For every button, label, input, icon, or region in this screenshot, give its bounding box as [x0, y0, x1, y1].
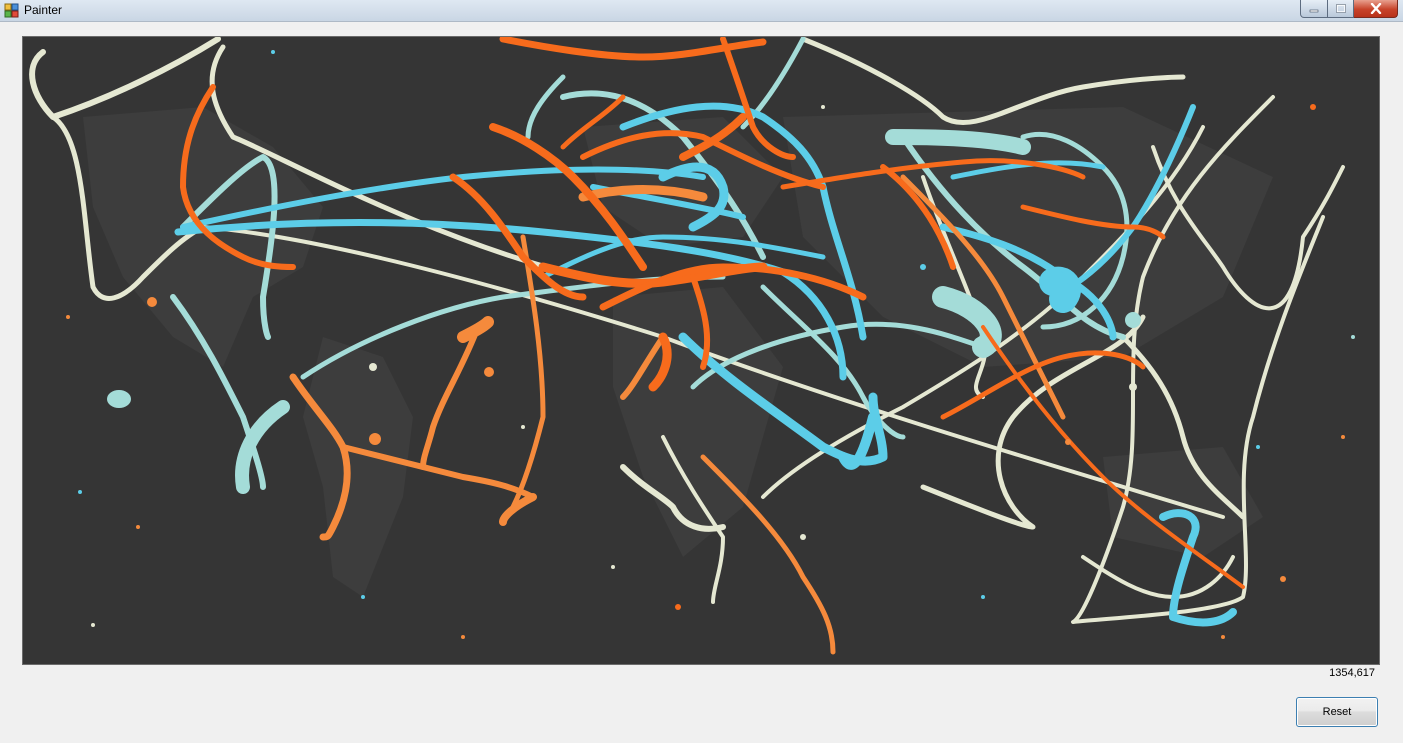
- close-icon: [1370, 3, 1381, 14]
- reset-button[interactable]: Reset: [1296, 697, 1378, 727]
- close-button[interactable]: [1354, 0, 1398, 18]
- painter-app-icon: [4, 3, 19, 18]
- paint-strokes: [29, 37, 1355, 655]
- title-bar[interactable]: Painter: [0, 0, 1403, 22]
- maximize-button[interactable]: [1328, 0, 1354, 18]
- paint-canvas[interactable]: [22, 36, 1380, 665]
- cursor-coordinates: 1354,617: [1329, 667, 1375, 679]
- window-controls: [1300, 0, 1398, 18]
- window-title: Painter: [24, 3, 63, 17]
- maximize-icon: [1335, 4, 1346, 13]
- minimize-icon: [1309, 9, 1319, 12]
- minimize-button[interactable]: [1300, 0, 1328, 18]
